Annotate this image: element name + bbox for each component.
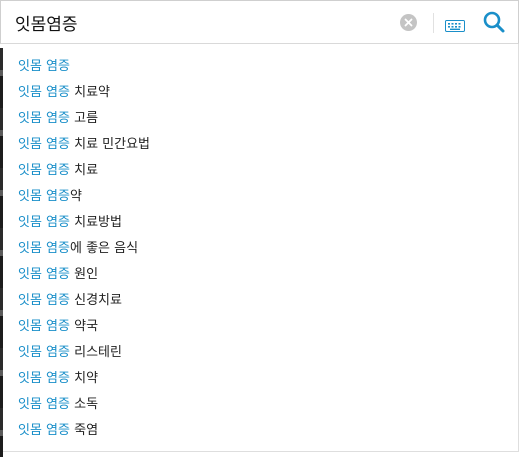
suggestion-rest: 죽염: [69, 423, 99, 438]
clear-search-button[interactable]: [400, 14, 417, 31]
search-button[interactable]: [482, 10, 506, 34]
suggestion-item[interactable]: 잇몸 염증 치약: [3, 366, 518, 392]
suggestion-item[interactable]: 잇몸 염증 신경치료: [3, 288, 518, 314]
suggestion-rest: 치료: [69, 163, 99, 178]
suggestion-rest: 치료약: [69, 85, 110, 100]
suggestion-match: 잇몸 염증: [18, 397, 70, 412]
suggestion-item[interactable]: 잇몸 염증 리스테린: [3, 340, 518, 366]
suggestion-item[interactable]: 잇몸 염증 치료약: [3, 80, 518, 106]
suggestion-match: 잇몸 염증: [18, 85, 70, 100]
suggestion-rest: 치료방법: [69, 215, 122, 230]
keyboard-icon: [445, 20, 465, 32]
search-icon: [483, 11, 505, 33]
suggestion-match: 잇몸 염증: [18, 319, 70, 334]
suggestion-match: 잇몸 염증: [18, 111, 70, 126]
suggestion-list: 잇몸 염증 잇몸 염증 치료약 잇몸 염증 고름 잇몸 염증 치료 민간요법 잇…: [3, 44, 518, 444]
clear-circle-icon: [404, 18, 413, 27]
suggestion-match: 잇몸 염증: [18, 371, 70, 386]
search-bar: [0, 0, 519, 44]
suggestion-item[interactable]: 잇몸 염증에 좋은 음식: [3, 236, 518, 262]
suggestion-rest: 소독: [69, 397, 99, 412]
suggestion-rest: 원인: [69, 267, 99, 282]
divider: [433, 13, 434, 33]
suggestion-match: 잇몸 염증: [18, 189, 70, 204]
suggestion-match: 잇몸 염증: [18, 241, 70, 256]
suggestion-item[interactable]: 잇몸 염증: [3, 54, 518, 80]
suggestion-match: 잇몸 염증: [18, 59, 70, 74]
suggestion-item[interactable]: 잇몸 염증 치료: [3, 158, 518, 184]
suggestion-rest: 고름: [69, 111, 99, 126]
suggestion-match: 잇몸 염증: [18, 267, 70, 282]
suggestion-item[interactable]: 잇몸 염증 약국: [3, 314, 518, 340]
suggestion-match: 잇몸 염증: [18, 163, 70, 178]
suggestion-item[interactable]: 잇몸 염증약: [3, 184, 518, 210]
suggestion-item[interactable]: 잇몸 염증 치료방법: [3, 210, 518, 236]
suggestion-match: 잇몸 염증: [18, 215, 70, 230]
suggestion-item[interactable]: 잇몸 염증 고름: [3, 106, 518, 132]
suggestion-rest: 약: [69, 189, 82, 204]
suggestion-rest: 리스테린: [69, 345, 122, 360]
suggestion-match: 잇몸 염증: [18, 137, 70, 152]
suggestion-rest: 약국: [69, 319, 99, 334]
suggestion-rest: 치약: [69, 371, 99, 386]
suggestion-match: 잇몸 염증: [18, 423, 70, 438]
suggestion-item[interactable]: 잇몸 염증 죽염: [3, 418, 518, 444]
suggestion-item[interactable]: 잇몸 염증 소독: [3, 392, 518, 418]
suggestion-item[interactable]: 잇몸 염증 원인: [3, 262, 518, 288]
keyboard-button[interactable]: [445, 17, 465, 32]
suggestion-item[interactable]: 잇몸 염증 치료 민간요법: [3, 132, 518, 158]
suggestion-rest: 에 좋은 음식: [69, 241, 139, 256]
suggestion-rest: 치료 민간요법: [69, 137, 151, 152]
search-widget: 잇몸 염증 잇몸 염증 치료약 잇몸 염증 고름 잇몸 염증 치료 민간요법 잇…: [0, 0, 521, 457]
search-input[interactable]: [15, 7, 385, 37]
suggestion-match: 잇몸 염증: [18, 345, 70, 360]
suggestion-rest: 신경치료: [69, 293, 122, 308]
autocomplete-dropdown: 잇몸 염증 잇몸 염증 치료약 잇몸 염증 고름 잇몸 염증 치료 민간요법 잇…: [3, 44, 519, 452]
suggestion-match: 잇몸 염증: [18, 293, 70, 308]
